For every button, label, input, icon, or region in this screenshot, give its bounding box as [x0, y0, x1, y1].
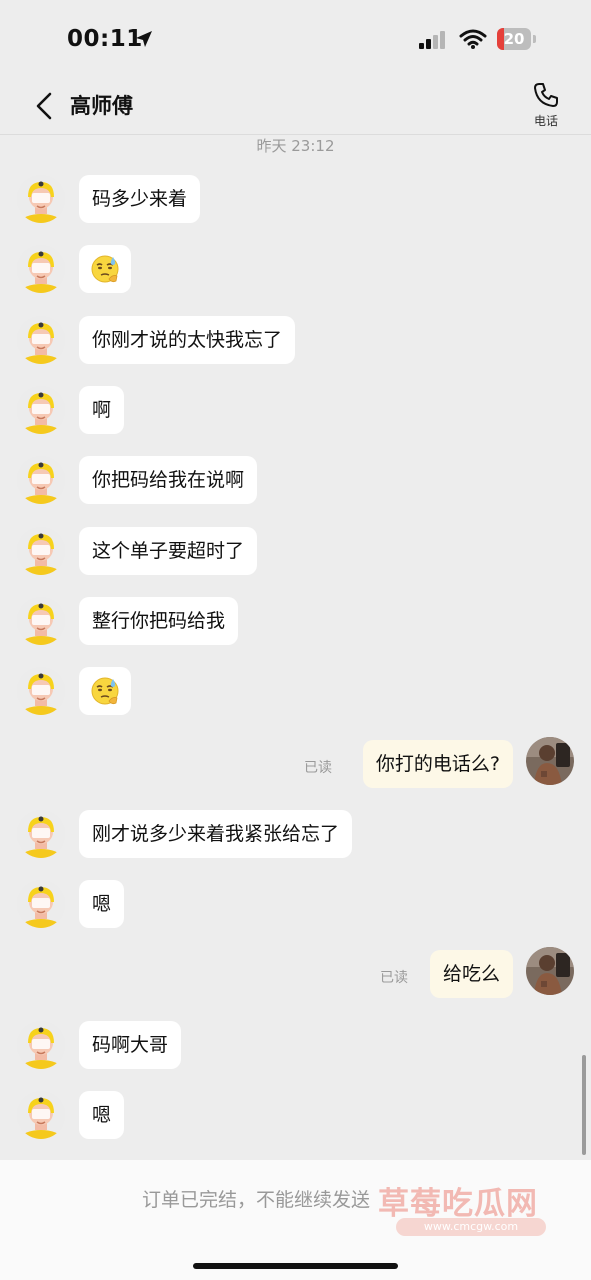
cellular-signal-icon — [419, 31, 445, 49]
message-incoming: 刚才说多少来着我紧张给忘了 — [0, 807, 591, 861]
message-bubble[interactable]: 你刚才说的太快我忘了 — [79, 316, 296, 364]
status-bar: 00:11 20 — [0, 0, 591, 80]
status-time: 00:11 — [67, 26, 143, 52]
message-incoming: 嗯 — [0, 1088, 591, 1142]
contact-avatar[interactable] — [17, 316, 65, 364]
read-receipt: 已读 — [304, 760, 332, 776]
contact-avatar[interactable] — [17, 880, 65, 928]
contact-name: 高师傅 — [70, 94, 133, 118]
watermark: 草莓吃瓜网 — [378, 1186, 538, 1222]
contact-avatar[interactable] — [17, 245, 65, 293]
chat-footer: 订单已完结，不能继续发送 草莓吃瓜网 www.cmcgw.com — [0, 1160, 591, 1280]
battery-icon: 20 — [497, 28, 537, 50]
wifi-icon — [459, 29, 487, 49]
message-incoming — [0, 664, 591, 718]
message-bubble[interactable]: 码多少来着 — [79, 175, 201, 223]
battery-level: 20 — [503, 30, 525, 48]
message-incoming: 整行你把码给我 — [0, 594, 591, 648]
message-bubble[interactable]: 这个单子要超时了 — [79, 527, 258, 575]
message-bubble[interactable] — [79, 667, 131, 715]
chat-header: 高师傅 电话 — [0, 80, 591, 135]
my-avatar[interactable] — [526, 737, 574, 785]
message-incoming: 码多少来着 — [0, 172, 591, 226]
message-bubble[interactable]: 嗯 — [79, 1091, 125, 1139]
message-bubble[interactable]: 啊 — [79, 386, 125, 434]
phone-icon — [534, 83, 558, 107]
message-bubble[interactable]: 刚才说多少来着我紧张给忘了 — [79, 810, 353, 858]
contact-avatar[interactable] — [17, 1021, 65, 1069]
sweat-smile-emoji-icon — [89, 674, 121, 706]
sweat-smile-emoji-icon — [89, 252, 121, 284]
message-incoming: 啊 — [0, 383, 591, 437]
message-incoming: 你把码给我在说啊 — [0, 453, 591, 507]
contact-avatar[interactable] — [17, 386, 65, 434]
message-incoming: 这个单子要超时了 — [0, 524, 591, 578]
message-bubble[interactable]: 整行你把码给我 — [79, 597, 239, 645]
message-timestamp: 昨天 23:12 — [256, 137, 335, 155]
message-bubble[interactable]: 给吃么 — [429, 950, 513, 998]
message-bubble[interactable]: 码啊大哥 — [79, 1021, 182, 1069]
location-arrow-icon — [136, 31, 152, 47]
contact-avatar[interactable] — [17, 597, 65, 645]
call-label: 电话 — [533, 114, 558, 128]
watermark-url: www.cmcgw.com — [396, 1218, 546, 1236]
contact-avatar[interactable] — [17, 1091, 65, 1139]
message-incoming: 嗯 — [0, 877, 591, 931]
read-receipt: 已读 — [380, 970, 408, 986]
message-bubble[interactable] — [79, 245, 131, 293]
contact-avatar[interactable] — [17, 527, 65, 575]
my-avatar[interactable] — [526, 947, 574, 995]
contact-avatar[interactable] — [17, 667, 65, 715]
message-incoming — [0, 242, 591, 296]
message-outgoing: 已读 你打的电话么? — [0, 737, 591, 791]
message-incoming: 你刚才说的太快我忘了 — [0, 313, 591, 367]
scrollbar[interactable] — [582, 1055, 586, 1155]
home-indicator[interactable] — [193, 1263, 398, 1269]
call-button[interactable]: 电话 — [528, 80, 564, 134]
contact-avatar[interactable] — [17, 810, 65, 858]
contact-avatar[interactable] — [17, 175, 65, 223]
message-bubble[interactable]: 你打的电话么? — [362, 740, 513, 788]
chevron-left-icon[interactable] — [33, 90, 55, 122]
message-bubble[interactable]: 嗯 — [79, 880, 125, 928]
message-outgoing: 已读 给吃么 — [0, 947, 591, 1001]
message-incoming: 码啊大哥 — [0, 1018, 591, 1072]
contact-avatar[interactable] — [17, 456, 65, 504]
message-bubble[interactable]: 你把码给我在说啊 — [79, 456, 258, 504]
order-closed-notice: 订单已完结，不能继续发送 — [142, 1189, 371, 1211]
